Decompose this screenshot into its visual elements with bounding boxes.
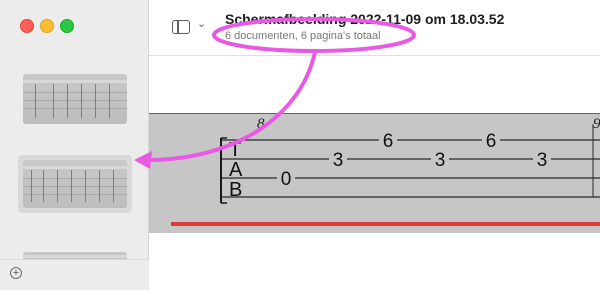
page-thumbnail-selected[interactable] xyxy=(18,155,132,213)
tablature-staff: 8 9 T A B 0 3 6 3 6 3 xyxy=(171,116,600,226)
tab-fret-number: 6 xyxy=(486,131,497,152)
add-icon[interactable]: + xyxy=(10,267,22,279)
document-title: Schermafbeelding 2022-11-09 om 18.03.52 xyxy=(225,11,505,27)
tab-fret-number: 3 xyxy=(435,150,446,171)
chevron-down-icon[interactable]: ⌄ xyxy=(197,17,206,30)
tab-fret-number: 3 xyxy=(333,150,344,171)
document-subtitle: 6 documenten, 6 pagina's totaal xyxy=(225,30,381,42)
thumbnail-image xyxy=(23,74,127,124)
sidebar-footer: + xyxy=(0,259,149,290)
tablature-page: 8 9 T A B 0 3 6 3 6 3 xyxy=(149,113,600,233)
sidebar-icon[interactable] xyxy=(172,20,190,34)
red-underline xyxy=(171,222,600,226)
tab-fret-number: 6 xyxy=(383,131,394,152)
preview-window: + ⌄ Schermafbeelding 2022-11-09 om 18.03… xyxy=(0,0,600,290)
tab-fret-number: 0 xyxy=(281,169,292,190)
measure-number: 9 xyxy=(593,116,600,132)
tab-clef-letter: A xyxy=(229,159,243,181)
zoom-window-button[interactable] xyxy=(60,19,74,33)
tab-fret-number: 3 xyxy=(537,150,548,171)
measure-number: 8 xyxy=(257,116,265,132)
sidebar: + xyxy=(0,0,149,290)
toolbar: ⌄ Schermafbeelding 2022-11-09 om 18.03.5… xyxy=(149,0,600,56)
page-thumbnail[interactable] xyxy=(18,70,132,128)
close-window-button[interactable] xyxy=(20,19,34,33)
document-view[interactable]: 8 9 T A B 0 3 6 3 6 3 xyxy=(149,56,600,290)
tab-clef-letter: T xyxy=(229,139,241,161)
thumbnail-image xyxy=(23,160,127,208)
tab-clef-letter: B xyxy=(229,179,242,201)
minimize-window-button[interactable] xyxy=(40,19,54,33)
